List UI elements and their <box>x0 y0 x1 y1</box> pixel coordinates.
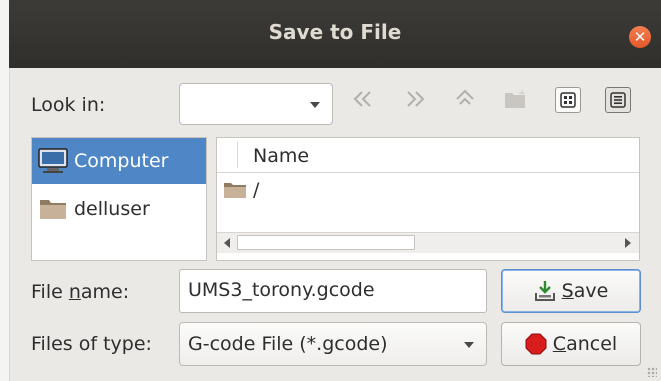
sidebar-item-label: Computer <box>74 150 169 172</box>
horizontal-scrollbar[interactable] <box>217 232 639 253</box>
column-header-name[interactable]: Name <box>253 145 309 167</box>
list-view-button[interactable] <box>555 87 581 113</box>
chevron-down-icon <box>310 102 320 108</box>
sidebar-item-label: delluser <box>74 198 150 220</box>
look-in-label: Look in: <box>31 94 106 116</box>
cancel-label: Cancel <box>552 333 618 355</box>
new-folder-icon <box>505 89 526 108</box>
scrollbar-thumb[interactable] <box>237 235 415 250</box>
back-button[interactable] <box>350 86 376 112</box>
folder-icon <box>40 200 66 219</box>
places-sidebar: Computer delluser <box>31 137 207 261</box>
resize-grip-icon[interactable] <box>647 367 657 377</box>
computer-icon <box>38 148 68 173</box>
file-name-input[interactable]: UMS3_torony.gcode <box>179 269 487 313</box>
stop-icon <box>525 333 547 355</box>
close-button[interactable]: ✕ <box>629 26 651 48</box>
save-label: Save <box>561 280 609 302</box>
list-item[interactable]: / <box>217 174 259 206</box>
scroll-right-icon[interactable] <box>625 238 631 248</box>
file-name-label: File name: <box>31 281 130 303</box>
chevron-down-icon <box>464 342 474 348</box>
close-icon: ✕ <box>633 28 647 46</box>
sidebar-item-computer[interactable]: Computer <box>32 138 206 184</box>
file-list-header: Name <box>217 138 639 173</box>
sidebar-item-delluser[interactable]: delluser <box>32 186 206 232</box>
window-title: Save to File <box>268 20 402 44</box>
folder-icon <box>224 183 246 198</box>
new-folder-button[interactable] <box>503 86 529 112</box>
scroll-left-icon[interactable] <box>224 238 230 248</box>
forward-icon <box>407 91 425 107</box>
files-of-type-combo[interactable]: G-code File (*.gcode) <box>179 322 487 366</box>
detail-view-icon <box>610 92 626 108</box>
files-of-type-value: G-code File (*.gcode) <box>188 333 388 355</box>
parent-dir-button[interactable] <box>452 86 478 112</box>
detail-view-button[interactable] <box>605 87 631 113</box>
files-of-type-label: Files of type: <box>31 333 152 355</box>
look-in-combo[interactable] <box>179 83 333 125</box>
save-icon <box>534 281 555 301</box>
file-name: / <box>253 179 260 201</box>
save-button[interactable]: Save <box>501 269 641 313</box>
file-list[interactable]: Name / <box>216 137 640 261</box>
cancel-button[interactable]: Cancel <box>501 322 641 366</box>
back-icon <box>353 91 371 107</box>
title-bar[interactable]: Save to File ✕ <box>9 0 661 68</box>
column-divider <box>237 142 238 168</box>
parent-dir-icon <box>456 89 474 105</box>
list-view-icon <box>560 92 576 108</box>
forward-button[interactable] <box>402 86 428 112</box>
